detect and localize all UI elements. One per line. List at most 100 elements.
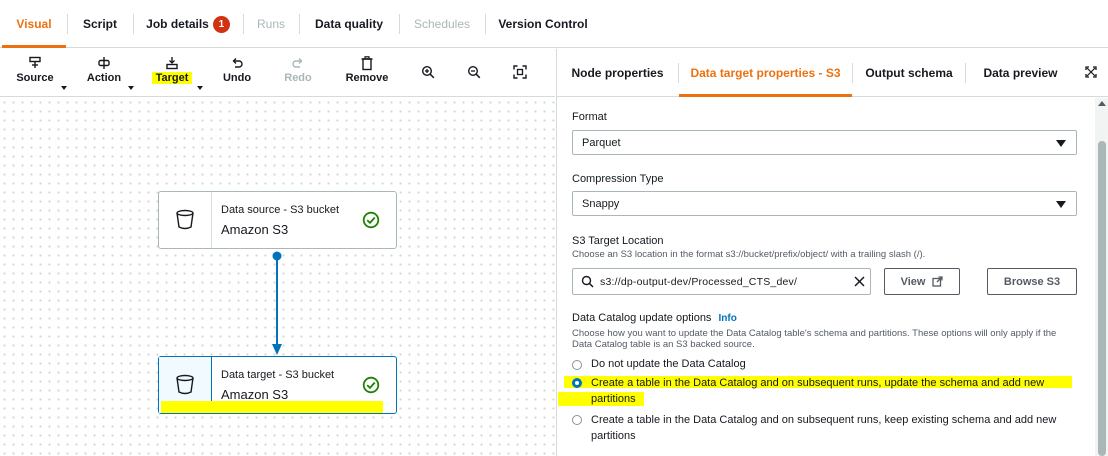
redo-label: Redo <box>284 72 312 84</box>
option-label: Create a table in the Data Catalog and o… <box>591 377 1045 389</box>
format-value: Parquet <box>582 137 621 149</box>
info-link[interactable]: Info <box>719 313 737 324</box>
zoom-out-button[interactable] <box>465 63 483 103</box>
compression-label: Compression Type <box>572 173 664 185</box>
properties-tab-bar: Node properties Data target properties -… <box>557 49 1108 97</box>
radio-no-update[interactable] <box>572 360 582 370</box>
catalog-options-title: Data Catalog update options <box>572 312 712 324</box>
top-tab-bar: Visual Script Job details 1 Runs Data qua… <box>0 0 1108 48</box>
radio-create-keep-schema[interactable] <box>572 415 582 425</box>
node-connector-arrow <box>272 251 282 355</box>
undo-button[interactable]: Undo <box>218 54 256 94</box>
tab-label: Schedules <box>413 17 471 31</box>
tab-label: Runs <box>256 17 285 31</box>
tab-label: Data target properties - S3 <box>690 66 841 80</box>
tab-label: Script <box>82 17 117 31</box>
catalog-description-line1: Choose how you want to update the Data C… <box>572 328 1057 339</box>
target-label: Target <box>151 72 193 84</box>
s3-location-description: Choose an S3 location in the format s3:/… <box>572 249 926 260</box>
tab-data-preview[interactable]: Data preview <box>966 49 1075 97</box>
properties-panel: Node properties Data target properties -… <box>556 49 1108 456</box>
scrollbar-thumb[interactable] <box>1098 141 1106 456</box>
tab-schedules[interactable]: Schedules <box>400 0 484 48</box>
check-circle-icon <box>362 211 380 232</box>
target-button[interactable]: Target <box>148 54 196 94</box>
view-button-label: View <box>900 275 926 288</box>
trash-icon <box>360 54 374 72</box>
fit-to-screen-icon <box>513 63 527 81</box>
source-label: Source <box>16 72 54 84</box>
redo-icon <box>291 54 305 72</box>
tab-script[interactable]: Script <box>68 0 132 48</box>
option-label-continued: partitions <box>591 393 636 405</box>
source-node[interactable]: Data source - S3 bucket Amazon S3 <box>158 191 397 249</box>
view-button[interactable]: View <box>884 268 960 295</box>
chevron-down-icon <box>1056 140 1066 147</box>
action-button[interactable]: Action <box>82 54 126 94</box>
tab-node-properties[interactable]: Node properties <box>557 49 678 97</box>
action-caret-icon[interactable] <box>128 86 134 90</box>
tab-visual[interactable]: Visual <box>2 0 66 48</box>
node-type-label: Data source - S3 bucket <box>221 204 340 216</box>
source-caret-icon[interactable] <box>61 86 67 90</box>
browse-s3-label: Browse S3 <box>1003 275 1061 288</box>
tab-version-control[interactable]: Version Control <box>486 0 600 48</box>
fit-view-button[interactable] <box>511 63 529 103</box>
chevron-down-icon <box>1056 201 1066 208</box>
tab-data-quality[interactable]: Data quality <box>300 0 398 48</box>
tab-label: Data preview <box>983 66 1058 80</box>
zoom-in-button[interactable] <box>419 63 437 103</box>
source-button[interactable]: Source <box>14 54 56 94</box>
s3-location-label: S3 Target Location <box>572 235 664 247</box>
catalog-options-label: Data Catalog update options Info <box>572 312 737 324</box>
format-label: Format <box>572 111 607 123</box>
tab-job-details[interactable]: Job details 1 <box>134 0 242 48</box>
active-tab-indicator <box>679 94 852 97</box>
compression-value: Snappy <box>582 198 620 210</box>
target-icon <box>165 54 179 72</box>
node-type-label: Data target - S3 bucket <box>221 369 335 381</box>
undo-icon <box>230 54 244 72</box>
tab-data-target-properties[interactable]: Data target properties - S3 <box>679 49 852 97</box>
option-label-continued: partitions <box>591 430 636 442</box>
remove-button[interactable]: Remove <box>342 54 392 94</box>
format-select[interactable]: Parquet <box>572 130 1077 155</box>
scroll-up-icon[interactable] <box>1098 101 1106 106</box>
check-circle-icon <box>362 376 380 397</box>
option-label: Create a table in the Data Catalog and o… <box>591 414 1057 426</box>
target-caret-icon[interactable] <box>197 86 203 90</box>
remove-label: Remove <box>345 72 389 84</box>
active-tab-indicator <box>2 45 66 48</box>
radio-create-update-schema[interactable] <box>572 378 582 388</box>
editor-toolbar: Source Action Target Undo Redo Remove <box>0 49 555 97</box>
tab-output-schema[interactable]: Output schema <box>853 49 965 97</box>
zoom-out-icon <box>467 63 481 81</box>
compression-select[interactable]: Snappy <box>572 191 1077 216</box>
catalog-description-line2: Data Catalog table is an S3 backed sourc… <box>572 339 755 350</box>
error-count-badge: 1 <box>212 15 230 33</box>
browse-s3-button[interactable]: Browse S3 <box>987 268 1077 295</box>
s3-location-value: s3://dp-output-dev/Processed_CTS_dev/ <box>600 276 798 288</box>
tab-label: Data quality <box>314 17 383 31</box>
s3-bucket-icon <box>159 192 212 248</box>
tab-label: Node properties <box>571 66 664 80</box>
expand-icon[interactable] <box>1085 66 1097 81</box>
external-link-icon <box>932 276 944 287</box>
highlight-mark <box>161 401 383 413</box>
tab-label: Visual <box>16 17 52 31</box>
redo-button[interactable]: Redo <box>280 54 316 94</box>
s3-location-input[interactable]: s3://dp-output-dev/Processed_CTS_dev/ <box>572 268 871 295</box>
tab-label: Version Control <box>498 17 588 31</box>
close-icon[interactable] <box>853 275 866 291</box>
action-label: Action <box>86 72 122 84</box>
tab-runs[interactable]: Runs <box>244 0 298 48</box>
action-icon <box>97 54 111 72</box>
tab-label: Job details <box>146 17 209 31</box>
source-icon <box>28 54 42 72</box>
zoom-in-icon <box>421 63 435 81</box>
tab-label: Output schema <box>865 66 953 80</box>
undo-label: Undo <box>222 72 252 84</box>
node-name: Amazon S3 <box>221 387 289 402</box>
option-label: Do not update the Data Catalog <box>591 358 746 370</box>
node-name: Amazon S3 <box>221 222 289 237</box>
